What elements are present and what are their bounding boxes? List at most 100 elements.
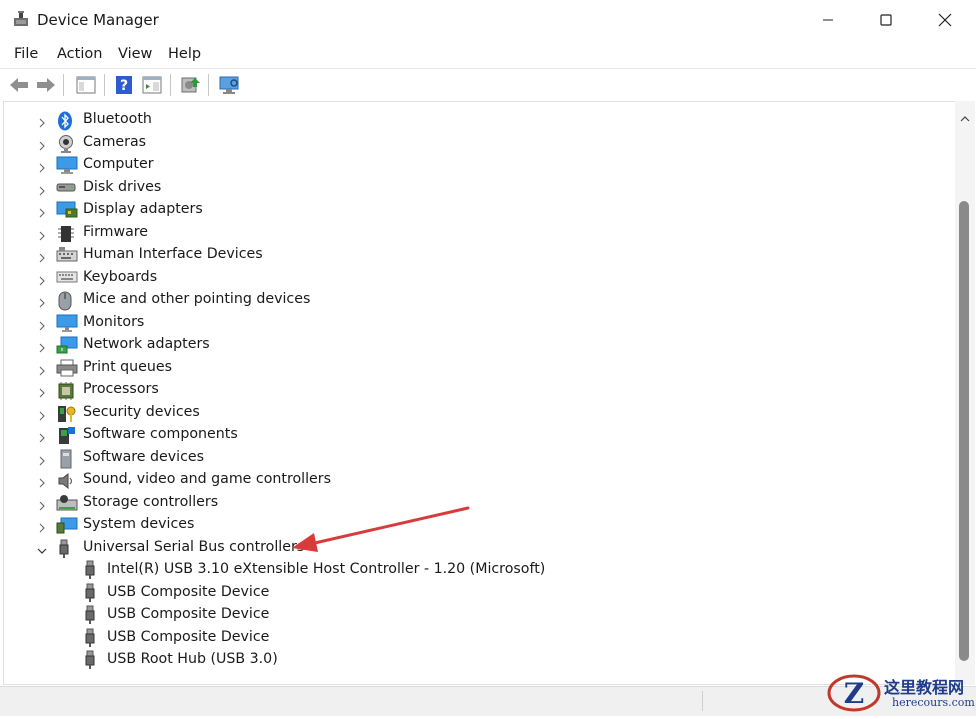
chevron-right-icon[interactable] <box>36 407 48 420</box>
tree-category-label: Security devices <box>83 403 200 420</box>
chevron-right-icon[interactable] <box>36 317 48 330</box>
chevron-right-icon[interactable] <box>36 159 48 173</box>
forward-button[interactable] <box>34 73 58 97</box>
tree-category-row[interactable]: Computer <box>4 154 944 176</box>
title-bar: Device Manager <box>0 0 976 40</box>
tree-category-row[interactable]: Network adapters <box>4 334 944 356</box>
system-device-icon <box>56 516 78 534</box>
maximize-button[interactable] <box>857 0 915 40</box>
usb-icon <box>82 628 100 648</box>
chevron-right-icon[interactable] <box>36 182 48 195</box>
usb-icon <box>56 539 76 558</box>
tree-category-label: System devices <box>83 516 195 532</box>
back-button[interactable] <box>7 73 31 97</box>
monitor-icon <box>56 314 78 332</box>
chevron-right-icon[interactable] <box>36 227 48 240</box>
network-adapter-icon <box>56 336 78 354</box>
minimize-button[interactable] <box>799 0 857 40</box>
tree-category-label: Universal Serial Bus controllers <box>83 538 305 555</box>
update-driver-icon <box>181 77 200 93</box>
toolbar-separator <box>170 74 171 96</box>
tree-category-row[interactable]: Security devices <box>4 402 944 424</box>
tree-category-label: Print queues <box>83 358 172 375</box>
chevron-right-icon[interactable] <box>36 114 48 128</box>
watermark-subtitle: herecours.com <box>892 696 975 709</box>
computer-icon <box>56 156 78 174</box>
scan-for-hardware-changes-button[interactable] <box>218 73 242 97</box>
chevron-right-icon[interactable] <box>36 429 48 443</box>
tree-category-label: Disk drives <box>83 178 162 195</box>
tree-category-row[interactable]: Disk drives <box>4 177 944 199</box>
scroll-up-arrow-icon[interactable] <box>960 107 970 126</box>
chevron-right-icon[interactable] <box>36 204 48 218</box>
tree-category-label: Bluetooth <box>83 111 152 127</box>
tree-device-row[interactable]: USB Composite Device <box>4 627 944 649</box>
usb-icon <box>82 605 100 625</box>
help-button[interactable]: ? <box>112 73 136 97</box>
minimize-icon <box>823 19 833 21</box>
tree-category-row[interactable]: Sound, video and game controllers <box>4 469 944 491</box>
tree-device-row[interactable]: Intel(R) USB 3.10 eXtensible Host Contro… <box>4 559 944 581</box>
tree-category-label: Software components <box>83 426 238 442</box>
toolbar: ? <box>0 68 976 101</box>
display-adapter-icon <box>56 201 78 219</box>
tree-device-row[interactable]: USB Composite Device <box>4 604 944 626</box>
scrollbar-thumb[interactable] <box>959 201 969 661</box>
tree-category-row[interactable]: Monitors <box>4 312 944 334</box>
tree-device-row[interactable]: USB Root Hub (USB 3.0) <box>4 649 944 671</box>
chevron-down-icon[interactable] <box>36 542 48 554</box>
tree-category-row[interactable]: Software components <box>4 424 944 446</box>
hid-icon <box>56 246 78 264</box>
tree-category-row[interactable]: Print queues <box>4 357 944 379</box>
chevron-right-icon[interactable] <box>36 137 48 150</box>
menu-bar: File Action View Help <box>0 40 976 68</box>
security-device-icon <box>56 404 76 422</box>
tree-category-row[interactable]: Bluetooth <box>4 109 944 131</box>
tree-category-row[interactable]: Software devices <box>4 447 944 469</box>
tree-category-row[interactable]: Firmware <box>4 222 944 244</box>
close-button[interactable] <box>916 0 974 40</box>
chevron-right-icon[interactable] <box>36 519 48 533</box>
chevron-right-icon[interactable] <box>36 474 48 488</box>
tree-category-row[interactable]: Human Interface Devices <box>4 244 944 266</box>
tree-category-label: Mice and other pointing devices <box>83 291 311 307</box>
chevron-right-icon[interactable] <box>36 497 48 510</box>
tree-category-label: Display adapters <box>83 201 203 217</box>
tree-category-label: Cameras <box>83 133 147 150</box>
chevron-right-icon[interactable] <box>36 339 48 353</box>
chevron-right-icon[interactable] <box>36 294 48 308</box>
watermark-logo: Z 这里教程网 herecours.com <box>826 672 976 715</box>
chevron-right-icon[interactable] <box>36 452 48 465</box>
annotation-arrow <box>292 506 470 552</box>
menu-help[interactable]: Help <box>168 46 201 62</box>
chevron-right-icon[interactable] <box>36 362 48 375</box>
svg-text:?: ? <box>120 78 128 94</box>
usb-icon <box>82 560 100 580</box>
update-driver-button[interactable] <box>178 73 202 97</box>
vertical-scrollbar[interactable] <box>955 101 975 685</box>
menu-file[interactable]: File <box>14 46 38 62</box>
maximize-icon <box>880 14 892 26</box>
tree-category-label: Processors <box>83 381 159 397</box>
tree-category-row[interactable]: Mice and other pointing devices <box>4 289 944 311</box>
disk-drive-icon <box>56 179 76 197</box>
tree-category-row[interactable]: Display adapters <box>4 199 944 221</box>
chevron-right-icon[interactable] <box>36 272 48 285</box>
properties-button[interactable] <box>140 73 164 97</box>
usb-icon <box>82 650 100 670</box>
chevron-right-icon[interactable] <box>36 384 48 398</box>
show-hide-console-tree-button[interactable] <box>74 73 98 97</box>
tree-device-row[interactable]: USB Composite Device <box>4 582 944 604</box>
usb-icon <box>82 583 100 603</box>
tree-device-label: USB Composite Device <box>107 628 270 645</box>
status-divider <box>702 691 703 711</box>
tree-category-row[interactable]: Cameras <box>4 132 944 154</box>
tree-category-row[interactable]: Keyboards <box>4 267 944 289</box>
tree-category-row[interactable]: Processors <box>4 379 944 401</box>
menu-view[interactable]: View <box>118 46 152 62</box>
menu-action[interactable]: Action <box>57 46 102 62</box>
console-tree-icon <box>76 76 96 94</box>
tree-category-label: Firmware <box>83 223 149 240</box>
chevron-right-icon[interactable] <box>36 249 48 263</box>
tree-category-label: Network adapters <box>83 336 210 352</box>
